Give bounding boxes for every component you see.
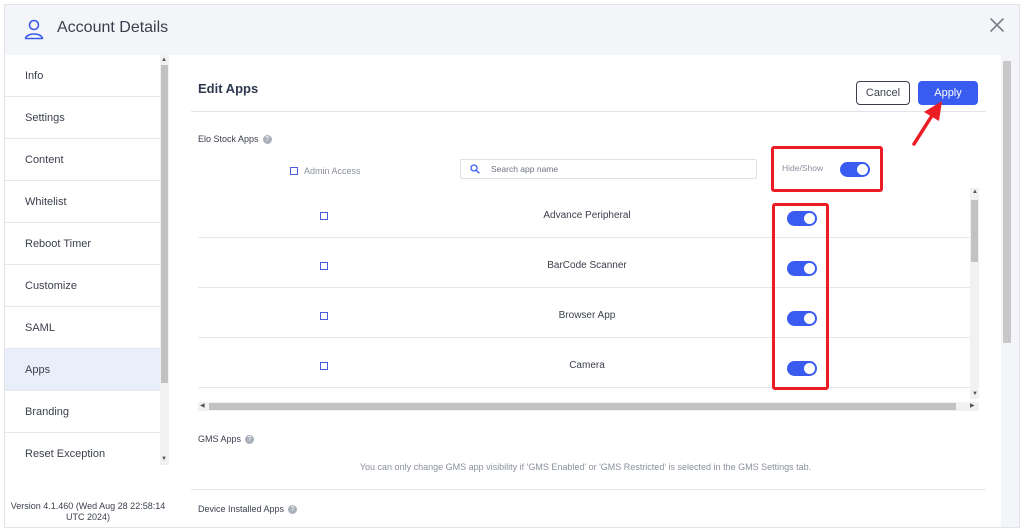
admin-access-label: Admin Access bbox=[304, 166, 361, 176]
sidebar-scrollbar[interactable]: ▲ ▼ bbox=[160, 55, 169, 465]
elo-stock-apps-heading: Elo Stock Apps? bbox=[198, 134, 272, 145]
search-input[interactable] bbox=[491, 160, 751, 178]
cancel-button[interactable]: Cancel bbox=[856, 81, 910, 105]
device-installed-apps-label: Device Installed Apps bbox=[198, 504, 285, 514]
gms-note: You can only change GMS app visibility i… bbox=[359, 462, 812, 472]
hide-show-highlight-box bbox=[771, 146, 883, 192]
app-row: Advance Peripheral bbox=[198, 188, 973, 238]
sidebar-item-saml[interactable]: SAML bbox=[5, 307, 160, 349]
help-icon[interactable]: ? bbox=[288, 505, 298, 515]
close-icon[interactable] bbox=[987, 15, 1007, 35]
scroll-left-arrow-icon[interactable]: ◀ bbox=[200, 403, 205, 409]
sidebar-item-branding[interactable]: Branding bbox=[5, 391, 160, 433]
app-row: BarCode Scanner bbox=[198, 238, 973, 288]
sidebar-item-customize[interactable]: Customize bbox=[5, 265, 160, 307]
sidebar-item-settings[interactable]: Settings bbox=[5, 97, 160, 139]
scroll-right-arrow-icon[interactable]: ▶ bbox=[970, 403, 975, 409]
version-text: Version 4.1.460 (Wed Aug 28 22:58:14 UTC… bbox=[10, 501, 166, 522]
annotation-arrow-icon bbox=[912, 101, 942, 146]
scroll-up-arrow-icon[interactable]: ▲ bbox=[161, 57, 167, 63]
divider bbox=[191, 489, 986, 490]
app-name: BarCode Scanner bbox=[547, 260, 627, 271]
window-title: Account Details bbox=[57, 19, 169, 36]
account-details-window: Account Details Info Settings Content White… bbox=[4, 4, 1020, 528]
device-installed-apps-heading: Device Installed Apps? bbox=[198, 504, 298, 515]
user-icon bbox=[24, 19, 44, 40]
app-list-horizontal-scrollbar[interactable]: ◀ ▶ bbox=[198, 402, 979, 411]
admin-access-checkbox[interactable] bbox=[290, 167, 298, 175]
app-row: Camera bbox=[198, 338, 973, 388]
device-apps-search-box[interactable] bbox=[396, 527, 571, 528]
page-title: Edit Apps bbox=[198, 81, 259, 96]
scroll-down-arrow-icon[interactable]: ▼ bbox=[972, 391, 978, 397]
divider bbox=[191, 111, 986, 112]
scroll-up-arrow-icon[interactable]: ▲ bbox=[972, 189, 978, 195]
main-content: Edit Apps Cancel Apply Elo Stock Apps? A… bbox=[171, 55, 1019, 528]
app-name: Browser App bbox=[558, 310, 616, 321]
edit-apps-panel: Edit Apps Cancel Apply Elo Stock Apps? A… bbox=[171, 55, 1001, 528]
sidebar-item-content[interactable]: Content bbox=[5, 139, 160, 181]
gms-apps-label: GMS Apps bbox=[198, 434, 242, 444]
help-icon[interactable]: ? bbox=[245, 435, 255, 445]
sidebar-scroll-thumb[interactable] bbox=[161, 65, 168, 383]
app-list-hscroll-thumb[interactable] bbox=[209, 403, 956, 410]
app-row: Browser App bbox=[198, 288, 973, 338]
sidebar-list: Info Settings Content Whitelist Reboot Timer… bbox=[5, 55, 160, 465]
sidebar-item-info[interactable]: Info bbox=[5, 55, 160, 97]
sidebar: Info Settings Content Whitelist Reboot Timer… bbox=[5, 55, 171, 527]
help-icon[interactable]: ? bbox=[262, 135, 272, 145]
app-list-vertical-scrollbar[interactable]: ▲ ▼ bbox=[970, 188, 979, 399]
app-name: Camera bbox=[569, 360, 605, 371]
app-name: Advance Peripheral bbox=[543, 210, 631, 221]
search-box[interactable] bbox=[460, 159, 757, 179]
sidebar-item-reset-exception[interactable]: Reset Exception bbox=[5, 433, 160, 465]
app-list-scroll-thumb[interactable] bbox=[971, 200, 978, 262]
sidebar-item-whitelist[interactable]: Whitelist bbox=[5, 181, 160, 223]
sidebar-item-reboot-timer[interactable]: Reboot Timer bbox=[5, 223, 160, 265]
search-icon bbox=[470, 164, 480, 174]
title-bar: Account Details bbox=[5, 5, 1019, 55]
scroll-down-arrow-icon[interactable]: ▼ bbox=[161, 456, 167, 462]
main-scroll-thumb[interactable] bbox=[1003, 61, 1011, 343]
elo-stock-apps-label: Elo Stock Apps bbox=[198, 134, 259, 144]
sidebar-item-apps[interactable]: Apps bbox=[5, 349, 160, 391]
gms-apps-heading: GMS Apps? bbox=[198, 434, 255, 445]
app-toggles-highlight-box bbox=[772, 203, 829, 390]
app-list: Advance Peripheral BarCode Scanner Browser… bbox=[198, 188, 973, 390]
main-scrollbar[interactable] bbox=[1001, 55, 1013, 527]
